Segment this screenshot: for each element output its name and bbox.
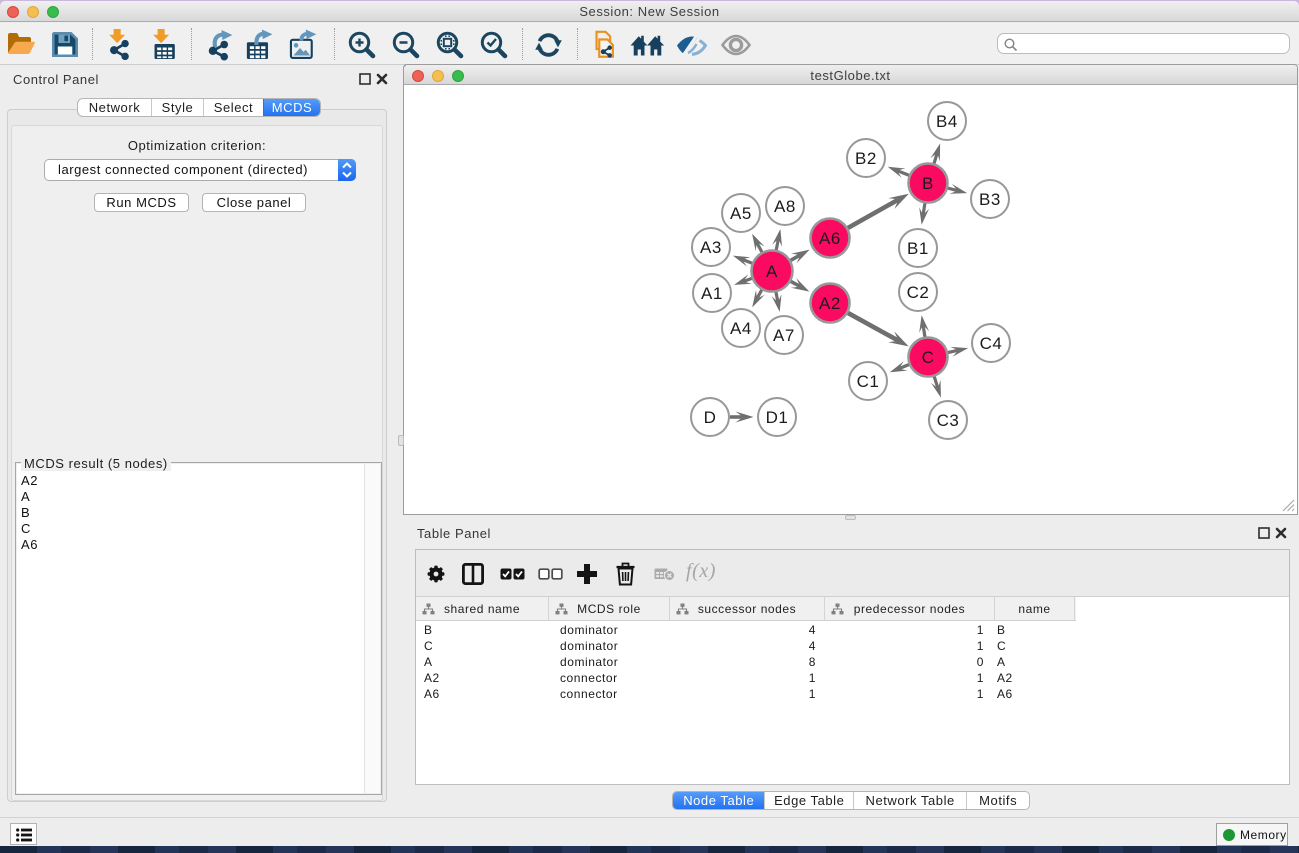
svg-text:D1: D1 xyxy=(766,408,789,427)
svg-text:A7: A7 xyxy=(773,326,795,345)
svg-text:A1: A1 xyxy=(701,284,723,303)
svg-text:A5: A5 xyxy=(730,204,752,223)
svg-text:A6: A6 xyxy=(819,229,841,248)
svg-text:A2: A2 xyxy=(819,294,841,313)
svg-text:C4: C4 xyxy=(980,334,1003,353)
svg-text:A8: A8 xyxy=(774,197,796,216)
svg-text:C2: C2 xyxy=(907,283,930,302)
svg-text:A: A xyxy=(766,262,778,281)
svg-text:B: B xyxy=(922,174,934,193)
svg-text:B3: B3 xyxy=(979,190,1001,209)
svg-text:C1: C1 xyxy=(857,372,880,391)
svg-text:A4: A4 xyxy=(730,319,752,338)
svg-text:B2: B2 xyxy=(855,149,877,168)
svg-text:C: C xyxy=(922,348,935,367)
svg-text:A3: A3 xyxy=(700,238,722,257)
svg-text:B1: B1 xyxy=(907,239,929,258)
svg-text:D: D xyxy=(704,408,717,427)
svg-text:C3: C3 xyxy=(937,411,960,430)
svg-text:B4: B4 xyxy=(936,112,958,131)
